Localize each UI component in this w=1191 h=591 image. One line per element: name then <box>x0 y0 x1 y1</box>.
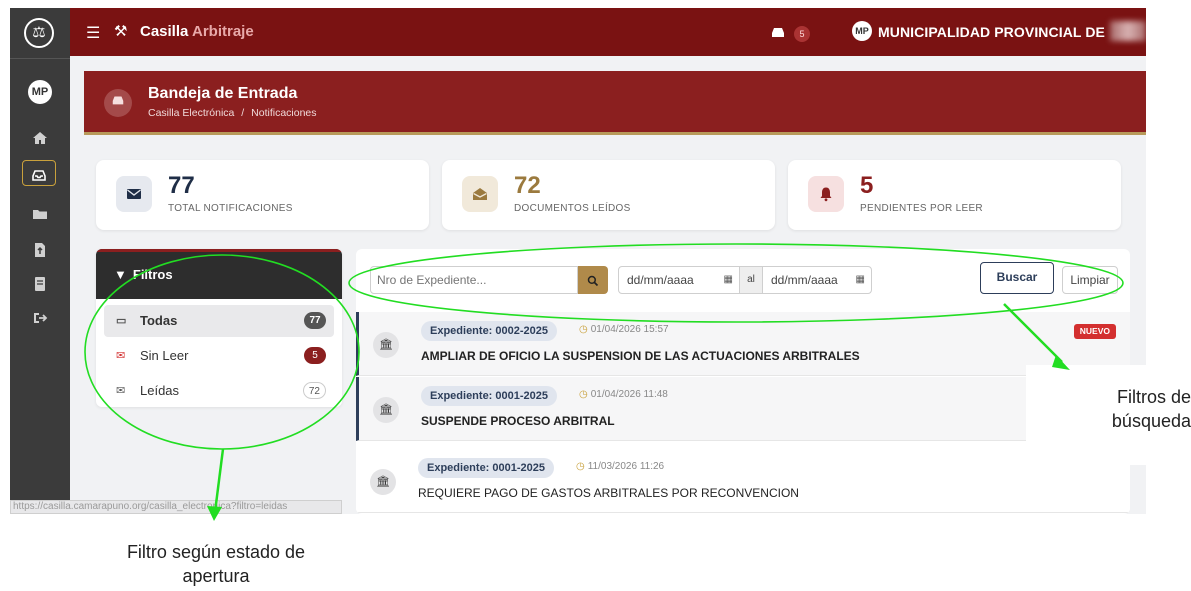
inbox-icon[interactable] <box>22 160 56 186</box>
calendar-icon[interactable]: ▦ <box>724 267 733 293</box>
notifications-panel: dd/mm/aaaa ▦ al dd/mm/aaaa ▦ Buscar Limp… <box>356 249 1130 514</box>
notification-subject: SUSPENDE PROCESO ARBITRAL <box>421 414 615 428</box>
annotation-state-filter: Filtro según estado de apertura <box>96 540 336 588</box>
institution-icon: 🏛 <box>373 332 399 358</box>
notification-row[interactable]: 🏛 Expediente: 0001-2025 ◷ 11/03/2026 11:2… <box>356 449 1130 513</box>
inbox-notifications-icon[interactable] <box>770 24 786 43</box>
file-upload-icon[interactable] <box>20 236 60 262</box>
envelope-open-icon: ✉ <box>116 385 126 397</box>
hamburger-menu-icon[interactable]: ☰ <box>86 23 100 43</box>
clock-icon: ◷ <box>579 389 588 400</box>
page-header: Bandeja de Entrada Casilla Electrónica /… <box>84 71 1146 135</box>
notification-row[interactable]: 🏛 Expediente: 0002-2025 ◷ 01/04/2026 15:5… <box>356 312 1130 376</box>
filter-label: Leídas <box>140 383 180 398</box>
annotation-line: Filtro según estado de <box>126 542 306 562</box>
breadcrumb: Casilla Electrónica / Notificaciones <box>148 107 317 119</box>
notification-datetime: ◷ 01/04/2026 15:57 <box>579 324 669 335</box>
expediente-search-input[interactable] <box>370 266 578 294</box>
sign-out-icon[interactable] <box>20 304 60 330</box>
limpiar-button[interactable]: Limpiar <box>1062 266 1118 294</box>
inbox-icon: ▭ <box>116 315 127 327</box>
envelope-open-icon <box>462 176 498 212</box>
annotation-line: búsqueda <box>1111 411 1191 431</box>
filter-funnel-icon: ▼ <box>114 267 127 282</box>
notification-row[interactable]: 🏛 Expediente: 0001-2025 ◷ 01/04/2026 11:4… <box>356 377 1130 441</box>
filters-title: Filtros <box>132 267 173 282</box>
stat-label: PENDIENTES POR LEER <box>860 203 983 214</box>
institution-icon: 🏛 <box>373 397 399 423</box>
filters-header: ▼ Filtros <box>96 249 342 299</box>
buscar-button[interactable]: Buscar <box>980 262 1054 294</box>
app-window: ⚖ MP ☰ ⚒ Casilla Arbitraje 5 MP MUNICIPA… <box>10 8 1146 514</box>
left-rail: ⚖ MP <box>10 8 70 514</box>
filter-label: Sin Leer <box>140 348 189 363</box>
app-brand[interactable]: Casilla Arbitraje <box>140 23 254 40</box>
envelope-icon: ✉ <box>116 350 126 362</box>
filter-read[interactable]: ✉ Leídas 72 <box>104 375 334 407</box>
date-to-value: dd/mm/aaaa <box>771 273 838 287</box>
stat-label: DOCUMENTOS LEÍDOS <box>514 203 631 214</box>
filter-unread[interactable]: ✉ Sin Leer 5 <box>104 340 334 372</box>
top-bar: ☰ ⚒ Casilla Arbitraje 5 MP MUNICIPALIDAD… <box>70 8 1146 56</box>
envelope-icon <box>116 176 152 212</box>
inbox-icon <box>104 89 132 117</box>
page-title: Bandeja de Entrada <box>148 85 298 102</box>
notification-subject: REQUIERE PAGO DE GASTOS ARBITRALES POR R… <box>418 486 799 500</box>
search-icon[interactable] <box>578 266 608 294</box>
notification-subject: AMPLIAR DE OFICIO LA SUSPENSION DE LAS A… <box>421 349 860 363</box>
expediente-badge: Expediente: 0001-2025 <box>421 386 558 406</box>
stat-value: 77 <box>168 172 195 199</box>
filter-label: Todas <box>140 313 178 328</box>
org-avatar[interactable]: MP <box>852 21 872 41</box>
annotation-line: Filtros de <box>1116 387 1191 407</box>
rail-divider <box>10 58 70 59</box>
scales-logo-icon[interactable]: ⚖ <box>24 18 54 48</box>
stat-card-total: 77 TOTAL NOTIFICACIONES <box>96 160 429 230</box>
expediente-badge: Expediente: 0001-2025 <box>418 458 555 478</box>
calendar-icon[interactable]: ▦ <box>856 267 865 293</box>
notification-datetime: ◷ 11/03/2026 11:26 <box>576 461 664 472</box>
annotation-search-filters: Filtros de búsqueda <box>1072 385 1191 433</box>
institution-icon: 🏛 <box>370 469 396 495</box>
stat-card-read: 72 DOCUMENTOS LEÍDOS <box>442 160 775 230</box>
filters-panel: ▼ Filtros ▭ Todas 77 ✉ Sin Leer 5 ✉ Leída… <box>96 249 342 407</box>
breadcrumb-separator: / <box>241 107 245 119</box>
new-badge: NUEVO <box>1073 324 1116 339</box>
stat-label: TOTAL NOTIFICACIONES <box>168 203 293 214</box>
bell-icon <box>808 176 844 212</box>
date-to-input[interactable]: dd/mm/aaaa ▦ <box>762 266 872 294</box>
notification-datetime: ◷ 01/04/2026 11:48 <box>579 389 668 400</box>
clock-icon: ◷ <box>579 324 588 335</box>
breadcrumb-current: Notificaciones <box>251 107 317 119</box>
expediente-badge: Expediente: 0002-2025 <box>421 321 558 341</box>
redacted-text <box>1110 21 1146 41</box>
clock-icon: ◷ <box>576 461 585 472</box>
filter-all[interactable]: ▭ Todas 77 <box>104 305 334 337</box>
datetime-text: 11/03/2026 11:26 <box>587 461 665 472</box>
filter-count: 77 <box>304 312 326 329</box>
book-icon[interactable] <box>20 270 60 296</box>
date-range-separator: al <box>740 266 762 294</box>
org-name[interactable]: MUNICIPALIDAD PROVINCIAL DE <box>878 24 1105 40</box>
filter-count: 5 <box>304 347 326 364</box>
stat-value: 5 <box>860 172 874 199</box>
gavel-icon: ⚒ <box>114 23 128 40</box>
filter-count: 72 <box>302 382 326 399</box>
datetime-text: 01/04/2026 11:48 <box>590 389 668 400</box>
stat-value: 72 <box>514 172 541 199</box>
annotation-line: apertura <box>182 566 250 586</box>
date-from-value: dd/mm/aaaa <box>627 273 694 287</box>
inbox-count-badge: 5 <box>794 26 810 42</box>
brand-main: Casilla <box>140 23 189 40</box>
date-from-input[interactable]: dd/mm/aaaa ▦ <box>618 266 740 294</box>
datetime-text: 01/04/2026 15:57 <box>590 324 669 335</box>
home-icon[interactable] <box>20 124 60 150</box>
brand-accent: Arbitraje <box>192 23 254 40</box>
stat-card-pending: 5 PENDIENTES POR LEER <box>788 160 1121 230</box>
user-avatar[interactable]: MP <box>28 80 52 104</box>
breadcrumb-link[interactable]: Casilla Electrónica <box>148 107 234 119</box>
folder-icon[interactable] <box>20 200 60 226</box>
status-bar-url: https://casilla.camarapuno.org/casilla_e… <box>10 500 342 514</box>
